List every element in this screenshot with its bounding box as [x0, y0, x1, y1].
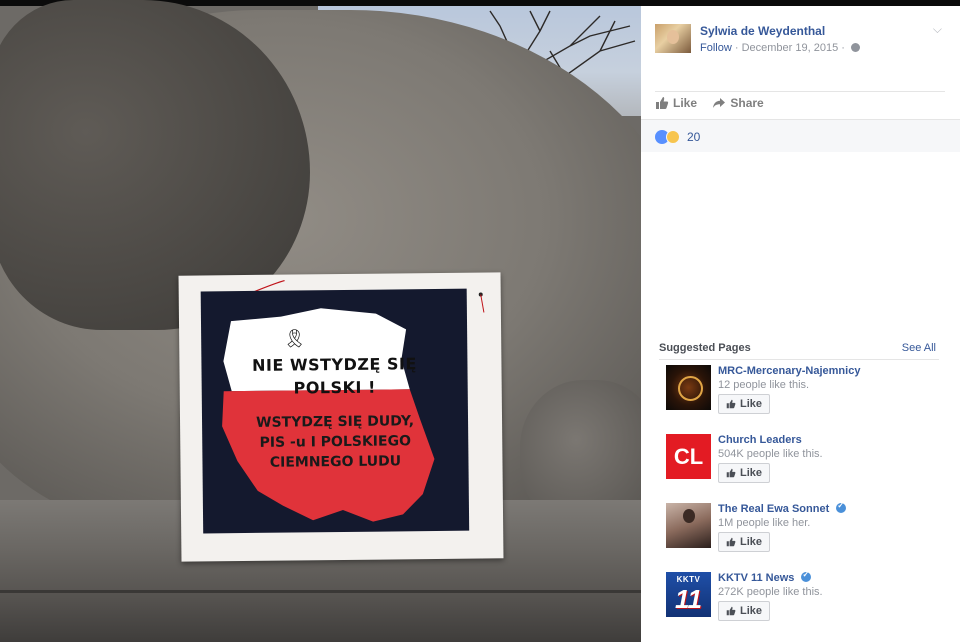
sign-dark-panel: 🎗 NIE WSTYDZĘ SIĘ POLSKI ! WSTYDZĘ SIĘ D… — [200, 288, 470, 534]
meta-separator: · — [841, 42, 849, 54]
suggested-page-item: KKTV 11 KKTV 11 News 272K people like th… — [666, 570, 946, 628]
thumbs-up-icon — [656, 97, 669, 109]
thumbs-up-icon — [726, 399, 736, 409]
post-meta: Follow · December 19, 2015 · — [700, 42, 861, 54]
like-page-label: Like — [739, 467, 762, 479]
post-header: Sylwia de Weydenthal Follow · December 1… — [655, 24, 955, 64]
post-side-panel: Sylwia de Weydenthal Follow · December 1… — [641, 0, 960, 642]
sign-white-line-2: POLSKI ! — [293, 377, 376, 398]
reaction-count[interactable]: 20 — [687, 130, 700, 144]
ledge-edge — [0, 590, 641, 593]
author-name[interactable]: Sylwia de Weydenthal — [700, 24, 825, 38]
suggested-pages-title: Suggested Pages — [659, 342, 751, 354]
verified-badge-icon — [801, 570, 812, 582]
verified-badge-icon — [836, 501, 847, 513]
like-page-label: Like — [739, 398, 762, 410]
sad-reaction-icon — [666, 130, 680, 144]
page-likes: 272K people like this. — [718, 586, 823, 598]
page-thumbnail[interactable] — [666, 365, 711, 410]
like-button[interactable]: Like — [655, 96, 697, 110]
page-likes: 12 people like this. — [718, 379, 810, 391]
like-page-button[interactable]: Like — [718, 532, 770, 552]
page-name[interactable]: KKTV 11 News — [718, 572, 794, 584]
like-page-label: Like — [739, 536, 762, 548]
page-name[interactable]: The Real Ewa Sonnet — [718, 503, 829, 515]
protest-sign: 🎗 NIE WSTYDZĘ SIĘ POLSKI ! WSTYDZĘ SIĘ D… — [178, 272, 504, 562]
like-label: Like — [673, 96, 698, 110]
like-page-button[interactable]: Like — [718, 394, 770, 414]
thumbs-up-icon — [726, 606, 736, 616]
post-photo[interactable]: 🎗 NIE WSTYDZĘ SIĘ POLSKI ! WSTYDZĘ SIĘ D… — [0, 0, 641, 642]
page-thumbnail[interactable]: CL — [666, 434, 711, 479]
sign-red-line-1: WSTYDZĘ SIĘ DUDY, — [256, 413, 415, 431]
kktv-logo-text: KKTV — [676, 575, 701, 584]
page-likes: 1M people like her. — [718, 517, 811, 529]
divider — [659, 359, 939, 360]
meta-separator: · — [734, 42, 742, 54]
page-name-row[interactable]: KKTV 11 News — [718, 570, 812, 584]
see-all-link[interactable]: See All — [902, 342, 936, 354]
globe-icon — [851, 43, 861, 52]
post-actions: Like Share — [655, 96, 776, 114]
post-date[interactable]: December 19, 2015 — [742, 42, 839, 54]
page-name[interactable]: Church Leaders — [718, 434, 802, 446]
page-name-row[interactable]: The Real Ewa Sonnet — [718, 501, 847, 515]
sign-red-text: WSTYDZĘ SIĘ DUDY, PIS -u I POLSKIEGO CIE… — [202, 411, 469, 474]
photo-viewer: 🎗 NIE WSTYDZĘ SIĘ POLSKI ! WSTYDZĘ SIĘ D… — [0, 0, 960, 642]
chevron-down-icon[interactable]: ⌵ — [933, 22, 942, 37]
suggested-page-item: The Real Ewa Sonnet 1M people like her. … — [666, 501, 946, 559]
share-label: Share — [730, 96, 764, 110]
sign-white-line-1: NIE WSTYDZĘ SIĘ — [251, 354, 417, 375]
thumbs-up-icon — [726, 537, 736, 547]
reactions-bar[interactable]: 20 — [641, 119, 960, 152]
top-bar — [641, 0, 960, 6]
follow-link[interactable]: Follow — [700, 42, 732, 54]
divider — [655, 91, 945, 92]
like-page-button[interactable]: Like — [718, 463, 770, 483]
like-page-button[interactable]: Like — [718, 601, 770, 621]
page-name[interactable]: MRC-Mercenary-Najemnicy — [718, 365, 860, 377]
thumbs-up-icon — [726, 468, 736, 478]
sign-red-line-2: PIS -u I POLSKIEGO — [259, 433, 412, 451]
page-thumbnail[interactable] — [666, 503, 711, 548]
page-likes: 504K people like this. — [718, 448, 823, 460]
sign-red-line-3: CIEMNEGO LUDU — [269, 453, 402, 471]
suggested-page-item: CL Church Leaders 504K people like this.… — [666, 434, 946, 490]
kktv-logo-number: 11 — [675, 584, 702, 614]
page-thumbnail[interactable]: KKTV 11 — [666, 572, 711, 617]
avatar[interactable] — [655, 24, 691, 53]
black-ribbon-icon: 🎗 — [283, 328, 307, 349]
suggested-page-item: MRC-Mercenary-Najemnicy 12 people like t… — [666, 365, 946, 421]
share-button[interactable]: Share — [712, 96, 764, 110]
like-page-label: Like — [739, 605, 762, 617]
share-arrow-icon — [713, 98, 726, 108]
